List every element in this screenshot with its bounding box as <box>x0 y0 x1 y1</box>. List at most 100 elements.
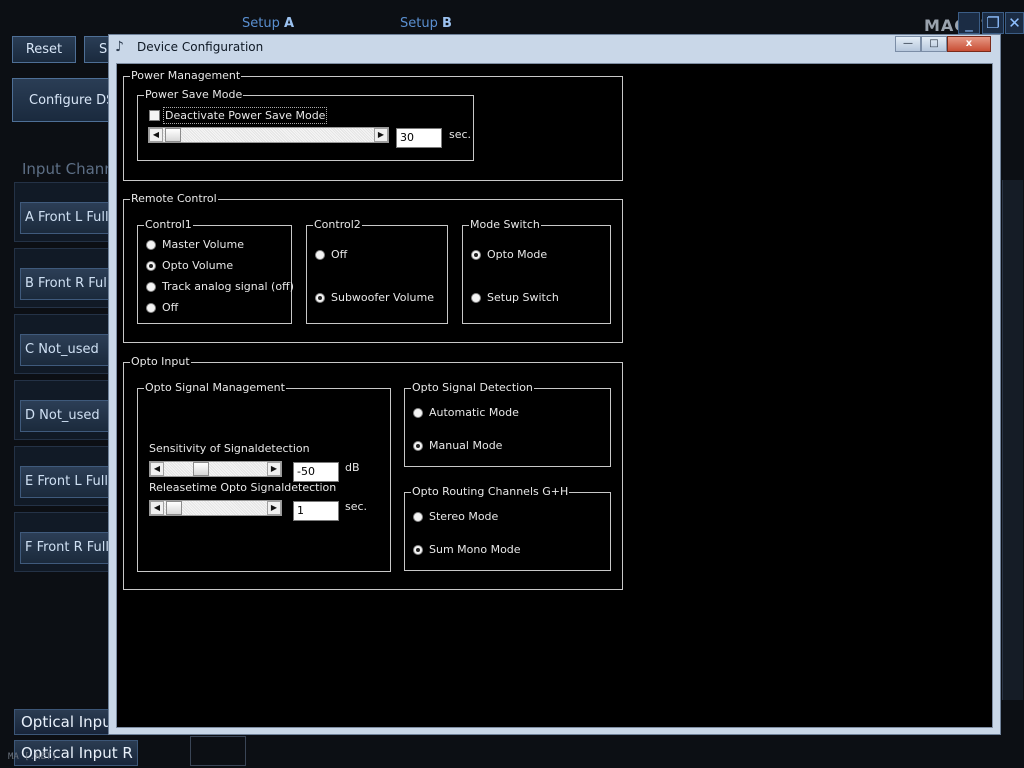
setup-b-letter: B <box>441 16 452 31</box>
close-icon: x <box>965 38 973 49</box>
control1-group: Control1 Master Volume Opto Volume Track… <box>137 218 294 324</box>
app-restore-icon[interactable]: ❐ <box>982 12 1004 34</box>
minimize-icon: — <box>903 38 913 49</box>
maximize-icon: □ <box>929 38 939 49</box>
radio-label: Stereo Mode <box>429 510 499 523</box>
channel-f-button[interactable]: F Front R Full <box>20 532 116 564</box>
channel-f-panel: F Front R Full <box>14 512 116 572</box>
control1-opto-volume-radio[interactable]: Opto Volume <box>146 259 233 272</box>
radio-label: Setup Switch <box>487 291 559 304</box>
sensitivity-label: Sensitivity of Signaldetection <box>149 442 310 455</box>
radio-dot <box>413 440 423 451</box>
radio-label: Opto Mode <box>487 248 548 261</box>
channel-d-panel: D Not_used <box>14 380 116 440</box>
opto-input-group: Opto Input Opto Signal Management Sensit… <box>123 355 623 590</box>
slider-thumb[interactable] <box>165 128 181 142</box>
setup-b-tab[interactable]: Setup B <box>400 16 452 31</box>
deactivate-power-save-checkbox[interactable]: Deactivate Power Save Mode <box>149 107 328 124</box>
automatic-mode-radio[interactable]: Automatic Mode <box>413 406 519 419</box>
sensitivity-unit: dB <box>345 461 360 474</box>
opto-input-legend: Opto Input <box>130 355 191 369</box>
stereo-mode-radio[interactable]: Stereo Mode <box>413 510 498 523</box>
channel-b-panel: B Front R Full <box>14 248 116 308</box>
maximize-button[interactable]: □ <box>921 36 947 52</box>
app-minimize-icon[interactable]: _ <box>958 12 980 34</box>
close-button[interactable]: x <box>947 36 991 52</box>
channel-c-button[interactable]: C Not_used <box>20 334 116 366</box>
setup-a-tab[interactable]: Setup A <box>242 16 294 31</box>
radio-label: Sum Mono Mode <box>429 543 521 556</box>
scroll-right-icon[interactable]: ▶ <box>267 501 281 515</box>
channel-c-panel: C Not_used <box>14 314 116 374</box>
power-save-slider[interactable]: ◀ ▶ <box>148 127 389 143</box>
radio-label: Master Volume <box>162 238 244 251</box>
setup-b-prefix: Setup <box>400 16 442 31</box>
sum-mono-mode-radio[interactable]: Sum Mono Mode <box>413 543 521 556</box>
mode-switch-setup-switch-radio[interactable]: Setup Switch <box>471 291 559 304</box>
remote-control-group: Remote Control Control1 Master Volume Op… <box>123 192 623 343</box>
radio-dot <box>146 302 156 313</box>
scroll-right-icon[interactable]: ▶ <box>374 128 388 142</box>
power-save-mode-legend: Power Save Mode <box>144 88 244 102</box>
channel-a-button[interactable]: A Front L Full <box>20 202 116 234</box>
opto-signal-management-legend: Opto Signal Management <box>144 381 286 395</box>
sensitivity-slider[interactable]: ◀ ▶ <box>149 461 282 477</box>
control2-off-radio[interactable]: Off <box>315 248 347 261</box>
radio-dot <box>146 239 156 250</box>
control1-legend: Control1 <box>144 218 193 232</box>
mode-switch-legend: Mode Switch <box>469 218 541 232</box>
device-configuration-dialog: ♪ Device Configuration — □ x Power Manag… <box>108 34 1001 735</box>
control1-off-radio[interactable]: Off <box>146 301 178 314</box>
dialog-client-area: Power Management Power Save Mode Deactiv… <box>116 63 993 728</box>
radio-label: Manual Mode <box>429 439 503 452</box>
control1-track-analog-radio[interactable]: Track analog signal (off) <box>146 280 294 293</box>
checkbox-box <box>149 110 160 121</box>
manual-mode-radio[interactable]: Manual Mode <box>413 439 502 452</box>
reset-button[interactable]: Reset <box>12 36 76 63</box>
setup-a-letter: A <box>283 16 295 31</box>
opto-signal-detection-legend: Opto Signal Detection <box>411 381 534 395</box>
power-management-legend: Power Management <box>130 69 242 83</box>
control2-subwoofer-volume-radio[interactable]: Subwoofer Volume <box>315 291 434 304</box>
opto-routing-group: Opto Routing Channels G+H Stereo Mode Su… <box>404 485 611 571</box>
app-close-icon[interactable]: ✕ <box>1005 12 1024 34</box>
slider-thumb[interactable] <box>166 501 182 515</box>
release-time-slider[interactable]: ◀ ▶ <box>149 500 282 516</box>
control2-group: Control2 Off Subwoofer Volume <box>306 218 448 324</box>
opto-signal-management-group: Opto Signal Management Sensitivity of Si… <box>137 381 391 572</box>
control1-master-volume-radio[interactable]: Master Volume <box>146 238 244 251</box>
configure-dsp-button[interactable]: Configure DS <box>12 78 112 122</box>
scroll-left-icon[interactable]: ◀ <box>149 128 163 142</box>
radio-label: Automatic Mode <box>429 406 519 419</box>
power-management-group: Power Management Power Save Mode Deactiv… <box>123 69 623 181</box>
radio-dot <box>471 249 481 260</box>
mode-switch-opto-mode-radio[interactable]: Opto Mode <box>471 248 547 261</box>
slider-thumb[interactable] <box>193 462 209 476</box>
power-save-mode-group: Power Save Mode Deactivate Power Save Mo… <box>137 88 474 161</box>
scroll-left-icon[interactable]: ◀ <box>150 501 164 515</box>
app-scrollbar[interactable] <box>1002 180 1023 700</box>
radio-label: Subwoofer Volume <box>331 291 434 304</box>
input-channels-label: Input Chann <box>22 160 114 178</box>
sensitivity-input[interactable]: -50 <box>293 462 339 482</box>
dialog-titlebar[interactable]: ♪ Device Configuration — □ x <box>109 35 1000 61</box>
radio-dot <box>315 249 325 260</box>
radio-dot <box>413 544 423 555</box>
minimize-button[interactable]: — <box>895 36 921 52</box>
release-time-input[interactable]: 1 <box>293 501 339 521</box>
channel-e-button[interactable]: E Front L Full <box>20 466 116 498</box>
radio-dot <box>471 292 481 303</box>
opto-routing-legend: Opto Routing Channels G+H <box>411 485 570 499</box>
channel-b-button[interactable]: B Front R Full <box>20 268 116 300</box>
channel-e-panel: E Front L Full <box>14 446 116 506</box>
empty-slot <box>190 736 246 766</box>
opto-signal-detection-group: Opto Signal Detection Automatic Mode Man… <box>404 381 611 467</box>
power-save-seconds-input[interactable]: 30 <box>396 128 442 148</box>
radio-dot <box>413 407 423 418</box>
optical-input-l-button[interactable]: Optical Input <box>14 709 114 735</box>
control2-legend: Control2 <box>313 218 362 232</box>
dialog-title: Device Configuration <box>137 40 264 54</box>
channel-d-button[interactable]: D Not_used <box>20 400 116 432</box>
scroll-right-icon[interactable]: ▶ <box>267 462 281 476</box>
scroll-left-icon[interactable]: ◀ <box>150 462 164 476</box>
